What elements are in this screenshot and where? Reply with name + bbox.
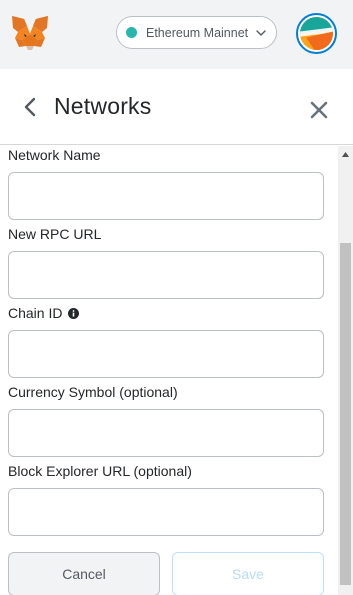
cancel-button[interactable]: Cancel: [8, 552, 160, 595]
save-button[interactable]: Save: [172, 552, 324, 595]
metamask-fox-icon[interactable]: [10, 14, 50, 52]
currency-symbol-label: Currency Symbol (optional): [8, 384, 178, 400]
currency-symbol-input[interactable]: [8, 409, 324, 457]
network-status-dot: [126, 27, 137, 38]
chevron-down-icon: [256, 30, 266, 36]
network-name-input[interactable]: [8, 172, 324, 220]
account-identicon: [300, 17, 333, 50]
page-header: Networks: [0, 69, 353, 145]
scrollbar[interactable]: [338, 146, 353, 595]
block-explorer-label: Block Explorer URL (optional): [8, 463, 192, 479]
chain-id-label-row: Chain ID: [8, 305, 80, 321]
app-header: Ethereum Mainnet: [0, 0, 353, 69]
chevron-left-icon[interactable]: [22, 97, 38, 117]
chain-id-input[interactable]: [8, 330, 324, 378]
network-form: Network Name New RPC URL Chain ID Curren…: [0, 146, 338, 595]
network-selector[interactable]: Ethereum Mainnet: [116, 16, 277, 49]
network-name-label: Network Name: [8, 147, 101, 163]
network-label: Ethereum Mainnet: [146, 25, 249, 40]
block-explorer-input[interactable]: [8, 488, 324, 536]
page-title: Networks: [54, 93, 152, 119]
chain-id-label: Chain ID: [8, 305, 63, 321]
info-icon[interactable]: [68, 307, 80, 319]
account-avatar[interactable]: [296, 13, 337, 54]
scroll-thumb[interactable]: [340, 243, 351, 585]
close-icon[interactable]: [310, 101, 328, 119]
rpc-url-label: New RPC URL: [8, 226, 102, 242]
scroll-up-arrow-icon[interactable]: [342, 152, 349, 157]
rpc-url-input[interactable]: [8, 251, 324, 299]
